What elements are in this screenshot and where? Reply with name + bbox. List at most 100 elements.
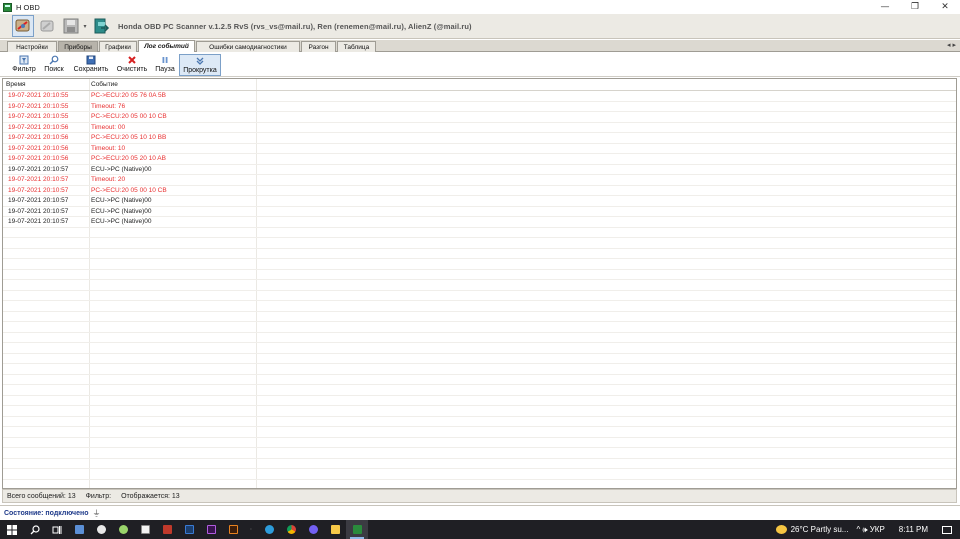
notifications-icon[interactable] — [942, 525, 952, 534]
tab-event-log[interactable]: Лог событий — [138, 40, 195, 52]
empty-row — [3, 301, 956, 312]
taskbar-app[interactable] — [112, 520, 134, 539]
taskbar-app[interactable] — [280, 520, 302, 539]
empty-row — [3, 459, 956, 469]
autoscroll-toggle[interactable]: Прокрутка — [179, 54, 221, 76]
taskbar-app[interactable] — [156, 520, 178, 539]
empty-row — [3, 417, 956, 427]
tray-icons[interactable]: ^ 🕪 УКР — [856, 525, 884, 535]
tab-table[interactable]: Таблица — [337, 41, 376, 52]
save-log-button[interactable]: Сохранить — [71, 54, 111, 76]
scroll-down-icon — [196, 57, 204, 65]
plug-icon: ⏚ — [92, 508, 101, 518]
taskbar-app[interactable] — [134, 520, 156, 539]
empty-row — [3, 385, 956, 396]
log-time: 19-07-2021 20:10:56 — [8, 144, 69, 152]
folder-icon — [330, 525, 340, 534]
clear-button[interactable]: Очистить — [115, 54, 149, 76]
title-bar: H OBD — ❐ ✕ — [0, 0, 960, 14]
log-time: 19-07-2021 20:10:56 — [8, 123, 69, 131]
window-title: H OBD — [16, 2, 40, 12]
log-row[interactable]: 19-07-2021 20:10:57 ECU->PC (Native)00 — [3, 207, 956, 217]
log-row[interactable]: 19-07-2021 20:10:57 Timeout: 20 — [3, 175, 956, 186]
search-button[interactable]: Поиск — [42, 54, 66, 76]
log-event: ECU->PC (Native)00 — [91, 165, 152, 173]
log-time: 19-07-2021 20:10:55 — [8, 92, 69, 99]
tab-settings[interactable]: Настройки — [7, 41, 57, 52]
taskbar-app[interactable] — [178, 520, 200, 539]
app-caption: Honda OBD PC Scanner v.1.2.5 RvS (rvs_vs… — [118, 21, 472, 31]
disconnect-button[interactable] — [36, 15, 58, 37]
log-row[interactable]: 19-07-2021 20:10:55 PC->ECU:20 05 00 10 C… — [3, 112, 956, 123]
log-event: PC->ECU:20 05 76 0A 5B — [91, 92, 166, 99]
pause-icon — [162, 56, 168, 63]
taskbar-app[interactable] — [200, 520, 222, 539]
tab-graphs[interactable]: Графики — [99, 41, 137, 52]
save-log-label: Сохранить — [73, 66, 109, 73]
event-log-grid[interactable]: Время Событие 19-07-2021 20:10:55 PC->ECU… — [2, 78, 957, 489]
obd-app-icon — [352, 525, 362, 534]
app-icon — [96, 525, 106, 534]
column-header-event[interactable]: Событие — [91, 81, 118, 88]
filter-button[interactable]: Фильтр — [10, 54, 38, 76]
minimize-button[interactable]: — — [870, 0, 900, 14]
log-row[interactable]: 19-07-2021 20:10:56 PC->ECU:20 05 10 10 B… — [3, 133, 956, 144]
log-time: 19-07-2021 20:10:57 — [8, 176, 69, 183]
empty-row — [3, 228, 956, 238]
chrome-icon — [286, 525, 296, 534]
tab-gauges[interactable]: Приборы — [58, 41, 98, 52]
taskbar-separator: ⋅ — [250, 527, 252, 533]
taskbar-app[interactable] — [324, 520, 346, 539]
app-icon — [74, 525, 84, 534]
log-row[interactable]: 19-07-2021 20:10:56 PC->ECU:20 05 20 10 A… — [3, 154, 956, 165]
taskbar-app-obd[interactable] — [346, 520, 368, 539]
start-button[interactable] — [0, 520, 24, 539]
total-messages: Всего сообщений: 13 — [7, 492, 76, 500]
clear-label: Очистить — [116, 66, 148, 73]
system-tray: 26°C Partly su... ^ 🕪 УКР 8:11 PM — [775, 520, 960, 539]
taskbar-app[interactable] — [222, 520, 244, 539]
log-row[interactable]: 19-07-2021 20:10:57 ECU->PC (Native)00 — [3, 165, 956, 175]
empty-row — [3, 427, 956, 438]
empty-row — [3, 238, 956, 249]
clear-icon — [128, 55, 136, 64]
log-row[interactable]: 19-07-2021 20:10:56 Timeout: 10 — [3, 144, 956, 154]
clock[interactable]: 8:11 PM — [899, 525, 928, 534]
tab-diagnostic-errors[interactable]: Ошибки самодиагностики — [196, 41, 300, 52]
tab-scroll-arrows[interactable]: ◂ ▸ — [947, 41, 956, 49]
taskbar-app[interactable] — [302, 520, 324, 539]
toolbar-dropdown-arrow[interactable]: ▾ — [82, 23, 88, 30]
maximize-button[interactable]: ❐ — [900, 0, 930, 14]
column-header-time[interactable]: Время — [6, 81, 26, 88]
app-icon — [264, 525, 274, 534]
empty-row — [3, 259, 956, 270]
export-button[interactable] — [90, 15, 112, 37]
save-button[interactable] — [60, 15, 82, 37]
task-view-button[interactable] — [46, 520, 68, 539]
grid-status-bar: Всего сообщений: 13 Фильтр: Отображается… — [2, 489, 957, 503]
log-row[interactable]: 19-07-2021 20:10:57 PC->ECU:20 05 00 10 C… — [3, 186, 956, 196]
tab-acceleration[interactable]: Разгон — [301, 41, 336, 52]
close-button[interactable]: ✕ — [930, 0, 960, 14]
taskbar-app[interactable] — [258, 520, 280, 539]
task-view-icon — [52, 525, 62, 534]
log-time: 19-07-2021 20:10:57 — [8, 186, 69, 194]
log-row[interactable]: 19-07-2021 20:10:57 ECU->PC (Native)00 — [3, 217, 956, 228]
pause-label: Пауза — [155, 66, 175, 73]
connect-button[interactable] — [12, 15, 34, 37]
taskbar-app[interactable] — [68, 520, 90, 539]
log-event: Timeout: 00 — [91, 123, 126, 131]
log-row[interactable]: 19-07-2021 20:10:55 Timeout: 76 — [3, 102, 956, 112]
search-taskbar-button[interactable] — [24, 520, 46, 539]
empty-row — [3, 249, 956, 259]
search-icon — [49, 55, 59, 64]
taskbar-app[interactable] — [90, 520, 112, 539]
log-event: PC->ECU:20 05 00 10 CB — [91, 113, 167, 120]
weather-text[interactable]: 26°C Partly su... — [791, 525, 849, 534]
log-row[interactable]: 19-07-2021 20:10:55 PC->ECU:20 05 76 0A 5… — [3, 91, 956, 102]
disconnect-icon — [40, 20, 54, 32]
empty-row — [3, 280, 956, 291]
log-row[interactable]: 19-07-2021 20:10:56 Timeout: 00 — [3, 123, 956, 133]
pause-button[interactable]: Пауза — [154, 54, 176, 76]
log-row[interactable]: 19-07-2021 20:10:57 ECU->PC (Native)00 — [3, 196, 956, 207]
